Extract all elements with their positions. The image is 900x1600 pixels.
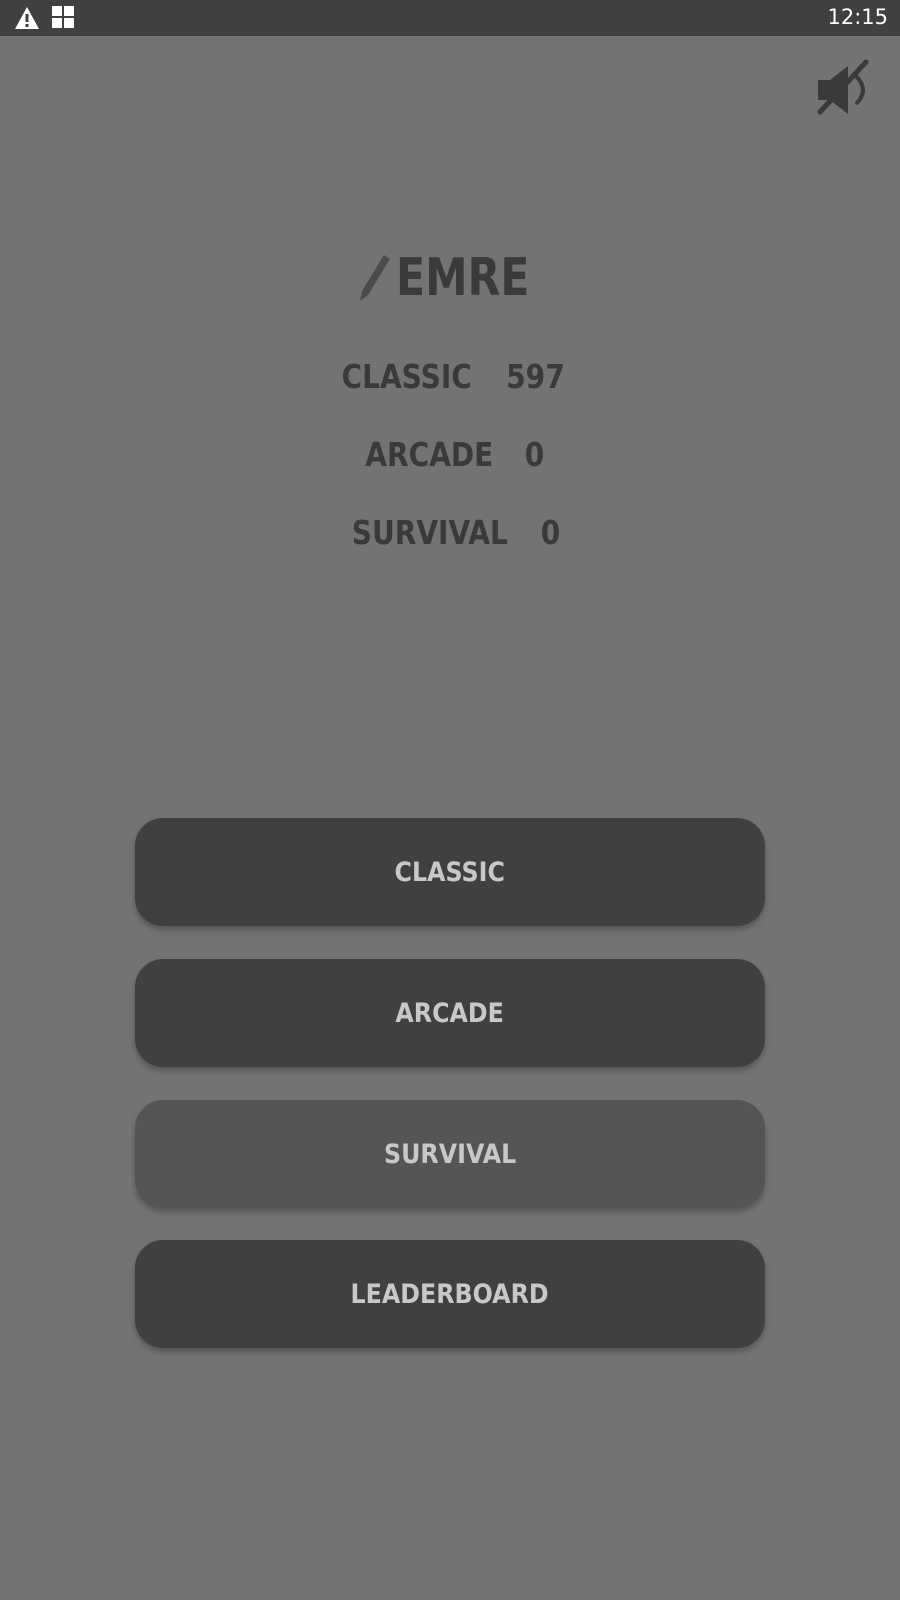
score-value-survival: 0 — [541, 512, 561, 552]
classic-button[interactable]: CLASSIC — [135, 818, 765, 926]
score-value-classic: 597 — [506, 356, 565, 396]
score-row-arcade: ARCADE 0 — [0, 432, 900, 476]
survival-button-label: SURVIVAL — [383, 1138, 517, 1170]
score-value-arcade: 0 — [524, 434, 545, 474]
leaderboard-button[interactable]: LEADERBOARD — [135, 1240, 765, 1348]
leaderboard-button-label: LEADERBOARD — [350, 1278, 550, 1310]
score-row-survival: SURVIVAL 0 — [0, 510, 900, 554]
score-label-arcade: ARCADE — [365, 434, 494, 474]
apps-grid-icon — [52, 6, 74, 28]
pencil-icon[interactable] — [356, 253, 392, 303]
warning-icon — [15, 7, 39, 29]
status-clock: 12:15 — [827, 5, 888, 29]
score-row-classic: CLASSIC 597 — [0, 354, 900, 398]
survival-button[interactable]: SURVIVAL — [135, 1100, 765, 1208]
score-label-survival: SURVIVAL — [351, 512, 508, 552]
player-name[interactable]: EMRE — [396, 248, 530, 308]
score-label-classic: CLASSIC — [341, 356, 472, 396]
volume-muted-icon[interactable] — [814, 58, 878, 122]
classic-button-label: CLASSIC — [394, 856, 506, 888]
player-name-row: EMRE — [0, 248, 900, 308]
arcade-button[interactable]: ARCADE — [135, 959, 765, 1067]
status-bar: 12:15 — [0, 0, 900, 36]
arcade-button-label: ARCADE — [395, 997, 505, 1029]
